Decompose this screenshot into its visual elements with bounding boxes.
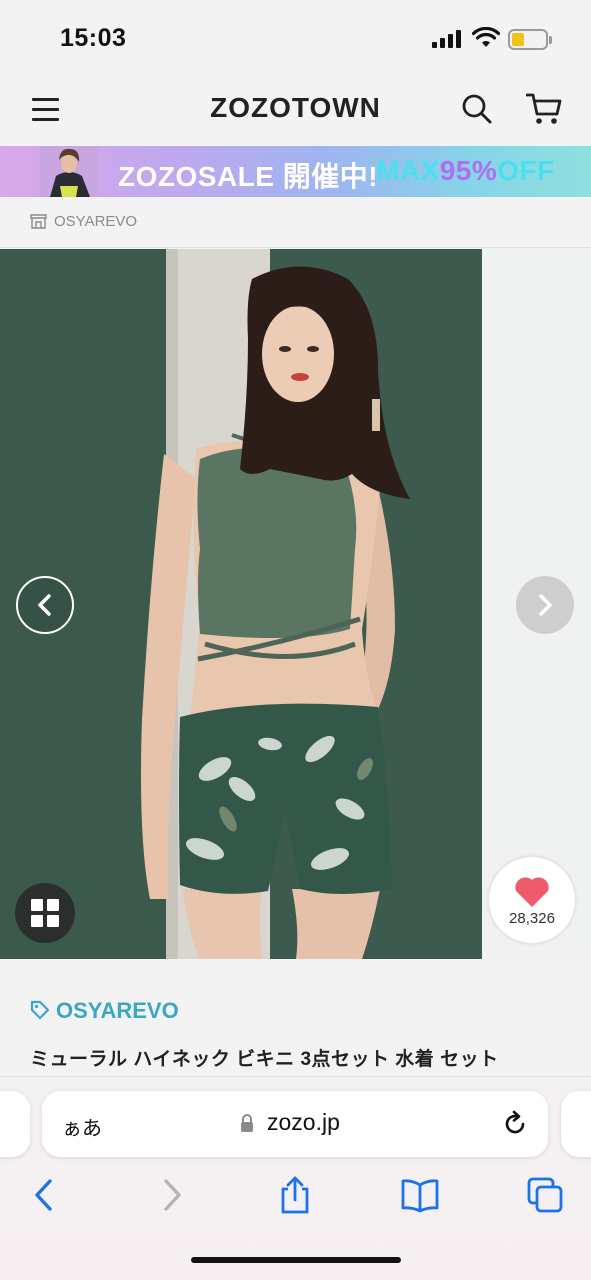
tag-icon [30,1000,50,1020]
shop-icon [30,214,47,229]
browser-toolbar: ぁあ zozo.jp [0,1076,591,1280]
chevron-right-icon [539,594,552,616]
wifi-icon [472,27,500,47]
next-tab-preview[interactable] [561,1091,591,1157]
text-size-button[interactable]: ぁあ [62,1112,102,1141]
product-photo [0,249,591,959]
home-indicator[interactable] [191,1257,401,1263]
page: 15:03 ZOZOTOWN ZOZOSALE 開催中! MAX95%OFF O… [0,0,591,1280]
favorite-button[interactable]: 28,326 [489,857,575,943]
heart-icon [515,877,549,907]
image-grid-button[interactable] [15,883,75,943]
product-image-gallery[interactable]: 28,326 [0,249,591,959]
shop-name: OSYAREVO [54,213,138,230]
chevron-left-icon [38,594,51,616]
favorite-count: 28,326 [509,910,555,927]
reload-icon[interactable] [501,1110,529,1138]
back-icon[interactable] [24,1175,64,1215]
product-title: ミューラル ハイネック ビキニ 3点セット 水着 セット [30,1049,499,1070]
site-header: ZOZOTOWN [0,78,591,146]
brand-link[interactable]: OSYAREVO [30,998,179,1024]
banner-model-image [40,146,98,197]
banner-discount-suffix: OFF [497,155,555,186]
grid-icon [31,899,59,927]
tabs-icon[interactable] [525,1175,565,1215]
brand-name: OSYAREVO [56,998,179,1023]
battery-icon [508,29,552,50]
url-domain: zozo.jp [267,1109,340,1135]
shop-breadcrumb[interactable]: OSYAREVO [0,197,591,248]
status-bar: 15:03 [0,0,591,78]
cart-icon[interactable] [526,92,562,126]
zozotown-logo[interactable]: ZOZOTOWN [0,92,591,124]
forward-icon[interactable] [152,1175,192,1215]
search-icon[interactable] [461,93,493,125]
banner-discount-prefix: MAX [376,155,440,186]
next-image-button[interactable] [516,576,574,634]
bookmarks-icon[interactable] [400,1175,440,1215]
banner-discount-value: 95% [439,155,498,186]
banner-sale-text: ZOZOSALE 開催中! [118,161,379,192]
previous-tab-preview[interactable] [0,1091,30,1157]
cellular-signal-icon [432,30,462,48]
banner-discount-text: MAX95%OFF [376,155,555,187]
address-bar[interactable]: ぁあ zozo.jp [42,1091,548,1157]
sale-banner[interactable]: ZOZOSALE 開催中! MAX95%OFF [0,146,591,197]
lock-icon [241,1114,253,1132]
status-time: 15:03 [60,24,127,52]
previous-image-button[interactable] [16,576,74,634]
share-icon[interactable] [275,1175,315,1215]
